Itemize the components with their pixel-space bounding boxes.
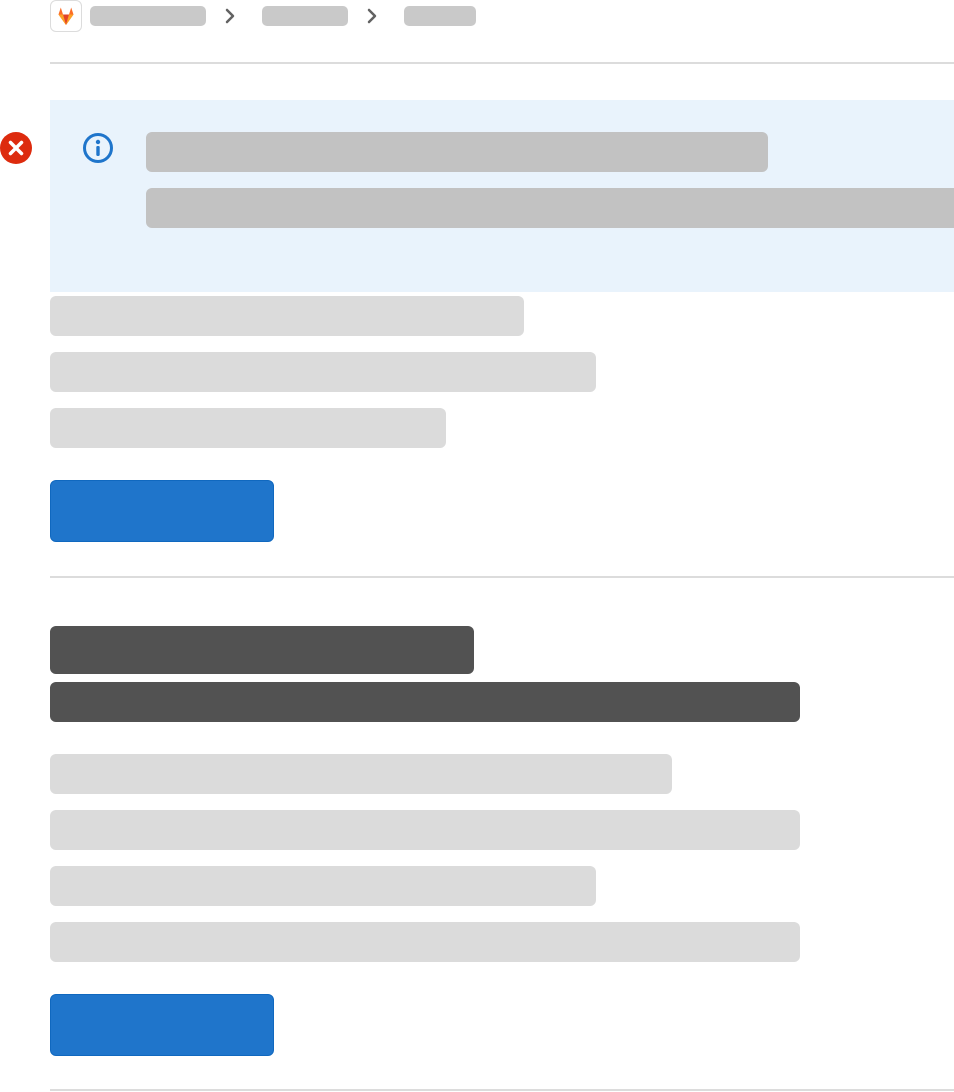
description-line <box>50 408 446 448</box>
info-alert <box>50 100 954 292</box>
description-line <box>50 754 672 794</box>
section-divider <box>50 576 954 578</box>
breadcrumb <box>0 0 954 34</box>
alert-body-text <box>146 188 954 228</box>
description-line <box>50 866 596 906</box>
error-x-icon <box>0 132 32 164</box>
breadcrumb-item-1[interactable] <box>90 6 206 26</box>
header-divider <box>50 62 954 64</box>
chevron-right-icon <box>367 8 377 24</box>
primary-button[interactable] <box>50 480 274 542</box>
gitlab-logo-icon[interactable] <box>50 0 82 32</box>
description-line <box>50 296 524 336</box>
section-subheading <box>50 682 800 722</box>
description-line <box>50 352 596 392</box>
alert-title-text <box>146 132 768 172</box>
primary-button[interactable] <box>50 994 274 1056</box>
section-heading <box>50 626 474 674</box>
section-divider <box>50 1089 954 1091</box>
description-line <box>50 922 800 962</box>
chevron-right-icon <box>225 8 235 24</box>
description-line <box>50 810 800 850</box>
breadcrumb-item-2[interactable] <box>262 6 348 26</box>
info-icon <box>83 133 113 163</box>
breadcrumb-item-3 <box>404 6 476 26</box>
